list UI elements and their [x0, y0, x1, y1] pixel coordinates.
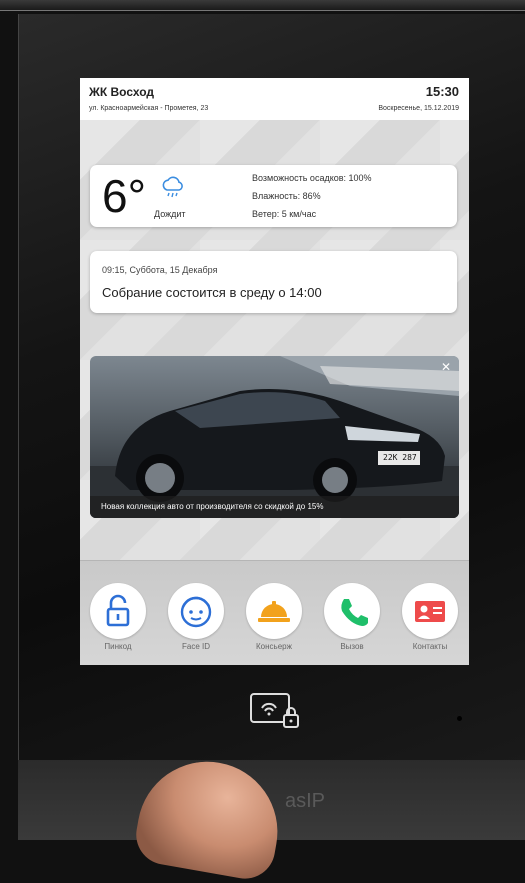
- contact-card-icon: [415, 601, 445, 622]
- dock-item-faceid[interactable]: Face ID: [166, 583, 226, 651]
- ad-banner[interactable]: 22К 287 ✕ Новая коллекция авто от произв…: [90, 356, 459, 518]
- dock-item-contacts[interactable]: Контакты: [400, 583, 460, 651]
- address: ул. Красноармейская - Прометея, 23: [89, 105, 209, 112]
- dock-item-call[interactable]: Вызов: [322, 583, 382, 651]
- concierge-button[interactable]: [246, 583, 302, 639]
- dock-label: Вызов: [340, 642, 364, 651]
- temperature: 6°: [102, 170, 146, 222]
- complex-name: ЖК Восход: [89, 85, 155, 99]
- car-image: [90, 356, 459, 518]
- device-brand: asIP: [285, 790, 326, 812]
- pincode-button[interactable]: [90, 583, 146, 639]
- dock-label: Консьерж: [256, 642, 292, 651]
- close-icon[interactable]: ✕: [440, 361, 452, 373]
- lock-icon: [106, 594, 130, 627]
- humidity: Влажность: 86%: [252, 191, 321, 201]
- dock-item-concierge[interactable]: Консьерж: [244, 583, 304, 651]
- dock-label: Пинкод: [104, 642, 132, 651]
- action-dock: Пинкод Face ID Консьерж Вызов Контакты: [80, 560, 469, 665]
- precipitation: Возможность осадков: 100%: [252, 173, 372, 183]
- status-header: ЖК Восход ул. Красноармейская - Прометея…: [80, 78, 469, 120]
- concierge-bell-icon: [258, 601, 290, 622]
- ad-caption: Новая коллекция авто от производителя со…: [90, 496, 459, 518]
- license-plate: 22К 287: [383, 453, 417, 462]
- dock-item-pincode[interactable]: Пинкод: [88, 583, 148, 651]
- nfc-reader-icon[interactable]: [250, 690, 302, 734]
- intercom-screen: ЖК Восход ул. Красноармейская - Прометея…: [80, 78, 469, 665]
- wind: Ветер: 5 км/час: [252, 209, 317, 219]
- status-led: [457, 716, 462, 721]
- face-icon: [180, 596, 212, 628]
- faceid-button[interactable]: [168, 583, 224, 639]
- weather-card[interactable]: 6° Дождит Возможность осадков: 100% Влаж…: [90, 165, 457, 227]
- rain-cloud-icon: [162, 176, 183, 198]
- dock-label: Контакты: [412, 642, 448, 651]
- date: Воскресенье, 15.12.2019: [378, 105, 459, 112]
- dock-label: Face ID: [181, 642, 210, 651]
- notice-timestamp: 09:15, Суббота, 15 Декабря: [102, 265, 218, 275]
- clock: 15:30: [425, 84, 459, 99]
- contacts-button[interactable]: [402, 583, 458, 639]
- top-bezel-strip: [0, 0, 525, 11]
- phone-icon: [341, 599, 368, 626]
- notice-card[interactable]: 09:15, Суббота, 15 Декабря Собрание сост…: [90, 251, 457, 313]
- call-button[interactable]: [324, 583, 380, 639]
- notice-text: Собрание состоится в среду о 14:00: [102, 285, 322, 300]
- weather-condition: Дождит: [154, 209, 186, 219]
